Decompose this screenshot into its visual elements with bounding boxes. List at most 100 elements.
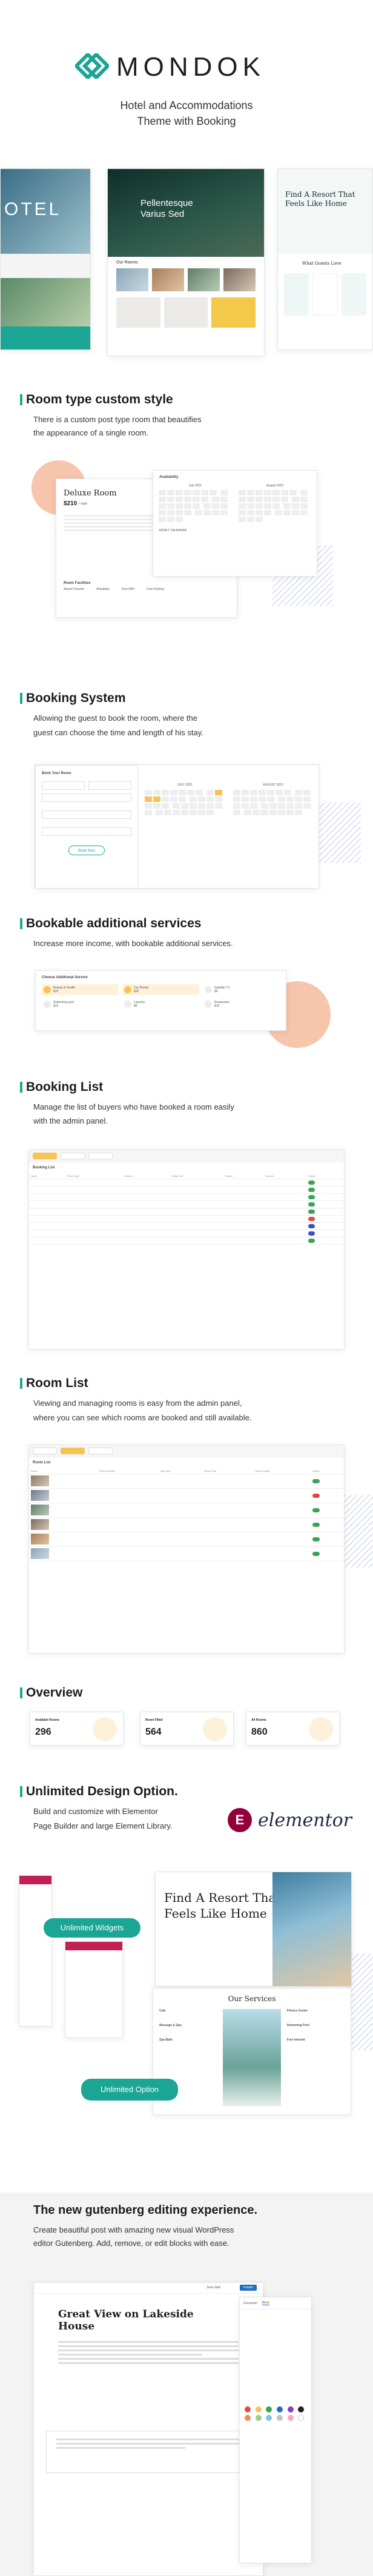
site-preview-title-2: Feels Like Home [164,1906,267,1921]
table-row[interactable] [29,1532,344,1547]
tv-icon [205,986,212,993]
car-icon [124,986,131,993]
children-select[interactable] [42,827,131,836]
gutenberg-title: The new gutenberg editing experience. [33,2204,258,2217]
table-row[interactable] [29,1237,344,1245]
table-row[interactable] [29,1179,344,1187]
col-header: Room Number [97,1468,159,1474]
table-row[interactable] [29,1517,344,1532]
calendar-month-2: August 2023 [266,484,284,488]
booking-list-desc-2: with the admin panel. [33,1116,108,1125]
hero-screen-left: OTEL [0,168,91,350]
service-item[interactable]: Swimming pool $12 [42,999,119,1010]
service-item[interactable]: Satellite TV $5 [203,984,280,995]
hero-right-title-1: Find A Resort That [285,190,355,199]
laundry-icon [124,1001,131,1008]
calendar-grid-1[interactable] [158,489,232,523]
site-preview-title-1: Find A Resort That [164,1890,281,1905]
section-title-overview: Overview [20,1686,83,1700]
design-desc-2: Page Builder and large Element Library. [33,1821,173,1830]
overview-stat-card: All Rooms 860 [246,1712,340,1746]
service-price: $12 [53,1004,59,1008]
booking-form: Book Your Room Book Now [35,765,138,888]
availability-title: Availability [159,475,179,479]
save-draft-button[interactable]: Save draft [206,2286,220,2290]
reset-calendar-link[interactable]: RESET CALENDAR [153,523,317,538]
tab-block[interactable]: Block [262,2301,270,2305]
service-item[interactable]: Car Rental $20 [122,984,199,995]
stat-label: All Rooms [251,1718,266,1722]
service-item[interactable]: Restaurant $10 [203,999,280,1010]
table-row[interactable] [29,1186,344,1194]
booking-table: Name Room Type Check In Check Out Guests… [29,1173,344,1245]
gutenberg-sidebar: Document Block [239,2297,312,2563]
booking-list-desc-1: Manage the list of buyers who have booke… [33,1102,234,1111]
section-gutenberg: The new gutenberg editing experience. Cr… [0,2193,373,2576]
adults-select[interactable] [42,810,131,819]
pool-icon [44,1001,51,1008]
table-row[interactable] [29,1546,344,1561]
publish-button[interactable]: Publish [239,2285,257,2291]
room-list-panel: Room List Room Room Number Bed Type Room… [28,1445,345,1654]
services-desc: Increase more income, with bookable addi… [33,939,233,948]
hero-center-title-2: Varius Sed [140,209,185,219]
service-price: $8 [134,1004,137,1008]
col-header: Room [29,1468,98,1474]
services-card-title: Choose Additional Service [42,976,88,979]
booking-list-panel-title: Booking List [33,1166,55,1170]
room-type-desc-2: the appearance of a single room. [33,428,149,437]
check-in-input[interactable] [42,781,85,790]
gutenberg-desc-2: editor Gutenberg. Add, remove, or edit b… [33,2239,229,2248]
col-header: Room Floor [202,1468,254,1474]
table-row[interactable] [29,1503,344,1518]
calendar-grid-2[interactable] [238,489,312,523]
booking-grid-1[interactable] [144,789,225,816]
col-header: Check Out [169,1173,223,1179]
col-header: Room Type [65,1173,122,1179]
table-row[interactable] [29,1230,344,1237]
color-palette[interactable] [240,2309,311,2421]
col-header: Amount [263,1173,306,1179]
service-item[interactable]: Beauty & Health $15 [42,984,119,995]
service-price: $10 [214,1004,220,1008]
table-row[interactable] [29,1208,344,1216]
booking-list-title-text: Booking List [26,1080,104,1094]
col-header: Status [306,1173,344,1179]
post-title-2[interactable]: House [34,2320,263,2339]
hero-center-section: Our Rooms [116,260,138,265]
table-row[interactable] [29,1222,344,1230]
booking-form-title: Book Your Room [42,772,71,775]
section-title-room-list: Room List [20,1376,88,1391]
table-row[interactable] [29,1215,344,1223]
room-list-desc-1: Viewing and managing rooms is easy from … [33,1399,242,1408]
check-out-input[interactable] [88,781,131,790]
availability-calendar: Availability July 2023 August 2023 RESET… [153,470,317,577]
tab-document[interactable]: Document [243,2302,257,2305]
post-title-1[interactable]: Great View on Lakeside [34,2294,263,2320]
gutenberg-editor: Save draft Publish Great View on Lakesid… [33,2282,263,2576]
booking-grid-2[interactable] [233,789,314,816]
facility-item: Free Parking [147,588,164,591]
col-header: Guests [223,1173,264,1179]
table-row[interactable] [29,1193,344,1201]
room-select[interactable] [42,793,131,802]
overview-title-text: Overview [26,1686,83,1700]
mondok-logo-icon [75,53,109,79]
table-row[interactable] [29,1200,344,1208]
building-icon [93,1717,117,1741]
facility-item: Airport Transfer [64,588,85,591]
book-now-button[interactable]: Book Now [68,846,105,855]
service-cafe: Cafe [159,2009,166,2013]
table-row[interactable] [29,1474,344,1489]
room-table: Room Room Number Bed Type Room Floor Roo… [29,1468,344,1561]
col-header: Name [29,1173,65,1179]
section-title-services: Bookable additional services [20,916,201,931]
room-list-title-text: Room List [26,1376,88,1390]
service-item[interactable]: Laundry $8 [122,999,199,1010]
quote-block[interactable] [46,2431,251,2473]
elementor-logo: elementor [258,1810,352,1831]
gutenberg-desc-1: Create beautiful post with amazing new v… [33,2225,234,2234]
hero-left-label: OTEL [4,199,62,219]
room-price-unit: / night [79,502,87,506]
table-row[interactable] [29,1488,344,1503]
